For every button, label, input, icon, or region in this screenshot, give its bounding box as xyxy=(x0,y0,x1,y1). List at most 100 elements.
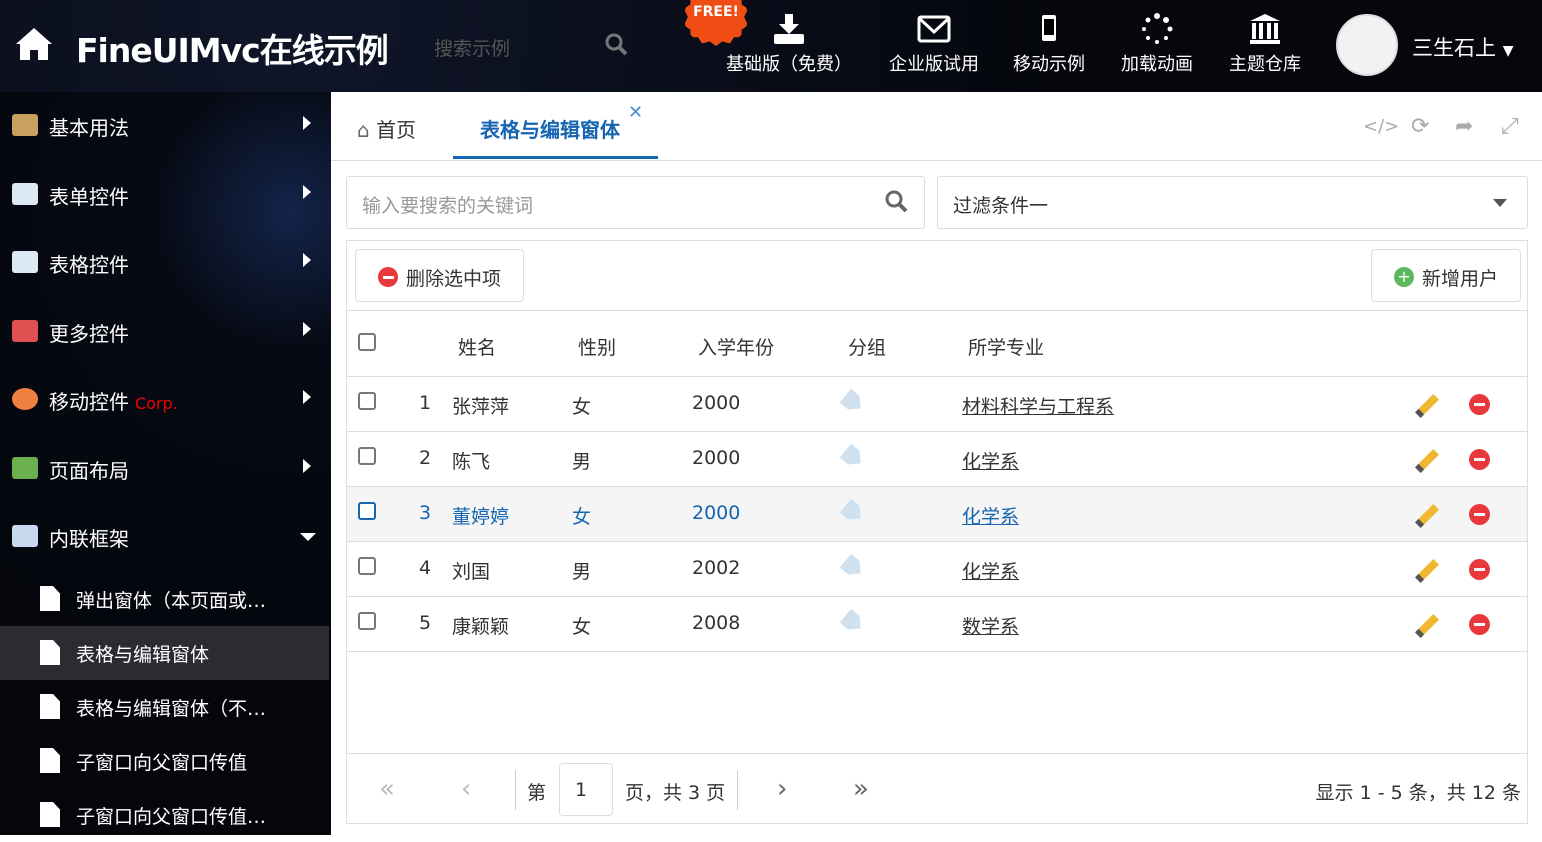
column-header-name[interactable]: 姓名 xyxy=(458,333,496,360)
tab-grid-edit[interactable]: 表格与编辑窗体 xyxy=(480,114,620,143)
sidebar-subitem-selected[interactable]: 表格与编辑窗体 xyxy=(0,626,329,680)
filter-dropdown[interactable]: 过滤条件一 xyxy=(937,176,1528,229)
close-icon[interactable]: ✕ xyxy=(628,102,643,123)
nav-enterprise[interactable]: 企业版试用 xyxy=(884,12,984,76)
table-row[interactable]: 3 董婷婷 女 2000 化学系 xyxy=(347,487,1527,542)
sidebar-item-label: 页面布局 xyxy=(49,459,129,483)
delete-icon[interactable] xyxy=(1469,394,1490,415)
page-number-input[interactable]: 1 xyxy=(559,763,613,816)
table-row[interactable]: 5 康颖颖 女 2008 数学系 xyxy=(347,597,1527,652)
corp-badge: Corp. xyxy=(135,394,178,413)
maximize-icon[interactable]: ⤢ xyxy=(1501,114,1519,139)
row-checkbox[interactable] xyxy=(358,502,376,520)
first-page-button[interactable]: « xyxy=(379,774,395,804)
active-tab-indicator xyxy=(453,156,658,159)
search-icon[interactable] xyxy=(884,189,910,215)
sidebar-subitem[interactable]: 表格与编辑窗体（不… xyxy=(0,680,329,734)
cell-major-link[interactable]: 化学系 xyxy=(962,502,1019,529)
delete-selected-button[interactable]: 删除选中项 xyxy=(355,249,525,302)
nav-themes[interactable]: 主题仓库 xyxy=(1225,12,1305,76)
search-placeholder: 输入要搜索的关键词 xyxy=(362,195,534,217)
refresh-icon[interactable]: ⟳ xyxy=(1411,114,1429,139)
tab-home[interactable]: ⌂ 首页 xyxy=(357,114,416,143)
header: FineUIMvc在线示例 搜索示例 FREE! 基础版（免费） 企业版试用 移… xyxy=(0,0,1542,92)
delete-icon[interactable] xyxy=(1469,449,1490,470)
table-row[interactable]: 4 刘国 男 2002 化学系 xyxy=(347,542,1527,597)
column-header-gender[interactable]: 性别 xyxy=(578,333,616,360)
add-user-button[interactable]: + 新增用户 xyxy=(1370,249,1521,302)
edit-icon[interactable] xyxy=(1414,448,1440,474)
cell-gender: 女 xyxy=(572,506,592,528)
delete-icon[interactable] xyxy=(1469,614,1490,635)
delete-icon[interactable] xyxy=(1469,559,1490,580)
column-header-major[interactable]: 所学专业 xyxy=(968,333,1044,360)
column-header-year[interactable]: 入学年份 xyxy=(698,333,774,360)
sidebar-item-basic[interactable]: 基本用法 xyxy=(0,106,331,146)
user-menu[interactable]: 三生石上 ▼ xyxy=(1412,32,1513,62)
sidebar-subitem[interactable]: 子窗口向父窗口传值… xyxy=(0,788,329,842)
edit-icon[interactable] xyxy=(1414,558,1440,584)
cell-name: 张萍萍 xyxy=(452,396,510,418)
sidebar-item-mobile[interactable]: 移动控件 Corp. xyxy=(0,380,331,420)
edit-icon[interactable] xyxy=(1414,613,1440,639)
open-new-window-icon[interactable]: ➦ xyxy=(1455,114,1473,139)
divider xyxy=(515,770,516,810)
nav-label: 基础版（免费） xyxy=(726,54,852,75)
nav-label: 主题仓库 xyxy=(1229,54,1301,75)
tag-icon xyxy=(840,554,867,581)
tab-label: 首页 xyxy=(376,118,417,142)
sidebar-item-label: 表格控件 xyxy=(49,253,129,277)
page-prefix: 第 xyxy=(527,782,547,804)
sidebar-item-grid[interactable]: 表格控件 xyxy=(0,243,331,283)
sidebar-subitem[interactable]: 子窗口向父窗口传值 xyxy=(0,734,329,788)
cell-gender: 女 xyxy=(572,616,592,638)
next-page-button[interactable]: › xyxy=(777,774,787,804)
edit-icon[interactable] xyxy=(1414,503,1440,529)
chevron-right-icon xyxy=(303,116,311,130)
tab-strip: ⌂ 首页 表格与编辑窗体 ✕ </> ⟳ ➦ ⤢ xyxy=(331,92,1542,161)
table-row[interactable]: 2 陈飞 男 2000 化学系 xyxy=(347,432,1527,487)
search-icon[interactable] xyxy=(604,32,630,58)
select-all-checkbox[interactable] xyxy=(358,333,376,351)
edit-icon[interactable] xyxy=(1414,393,1440,419)
mobile-icon xyxy=(1042,15,1056,41)
sidebar-item-iframe[interactable]: 内联框架 xyxy=(0,517,331,557)
divider xyxy=(737,770,738,810)
cell-name: 康颖颖 xyxy=(452,616,510,638)
row-checkbox[interactable] xyxy=(358,447,376,465)
row-checkbox[interactable] xyxy=(358,392,376,410)
source-code-icon[interactable]: </> xyxy=(1363,116,1399,137)
row-checkbox[interactable] xyxy=(358,557,376,575)
nav-basic[interactable]: 基础版（免费） xyxy=(724,12,854,76)
sidebar-subitem[interactable]: 弹出窗体（本页面或… xyxy=(0,572,329,626)
app-title[interactable]: FineUIMvc在线示例 xyxy=(76,24,389,72)
chevron-right-icon xyxy=(303,185,311,199)
cell-major-link[interactable]: 化学系 xyxy=(962,447,1019,474)
avatar[interactable] xyxy=(1336,14,1398,76)
nav-loading[interactable]: 加载动画 xyxy=(1117,12,1197,76)
nav-mobile[interactable]: 移动示例 xyxy=(1009,12,1089,76)
sidebar-item-more[interactable]: 更多控件 xyxy=(0,312,331,352)
blocks-icon xyxy=(12,320,38,342)
cell-major-link[interactable]: 数学系 xyxy=(962,612,1019,639)
prev-page-button[interactable]: ‹ xyxy=(461,774,471,804)
delete-icon[interactable] xyxy=(1469,504,1490,525)
sidebar-item-form[interactable]: 表单控件 xyxy=(0,175,331,215)
button-label: 新增用户 xyxy=(1421,268,1498,290)
tag-icon xyxy=(840,499,867,526)
last-page-button[interactable]: » xyxy=(853,774,869,804)
row-checkbox[interactable] xyxy=(358,612,376,630)
header-search-input[interactable]: 搜索示例 xyxy=(434,34,510,61)
cell-major-link[interactable]: 化学系 xyxy=(962,557,1019,584)
cell-year: 2002 xyxy=(692,557,741,579)
sidebar-item-layout[interactable]: 页面布局 xyxy=(0,449,331,489)
table-row[interactable]: 1 张萍萍 女 2000 材料科学与工程系 xyxy=(347,377,1527,432)
column-header-group[interactable]: 分组 xyxy=(848,333,886,360)
tag-icon xyxy=(840,389,867,416)
search-input[interactable]: 输入要搜索的关键词 xyxy=(346,176,925,229)
home-icon[interactable] xyxy=(14,26,54,62)
tab-label: 表格与编辑窗体 xyxy=(480,118,620,142)
antenna-icon xyxy=(12,388,38,410)
cell-major-link[interactable]: 材料科学与工程系 xyxy=(962,392,1114,419)
row-number: 4 xyxy=(419,557,432,579)
